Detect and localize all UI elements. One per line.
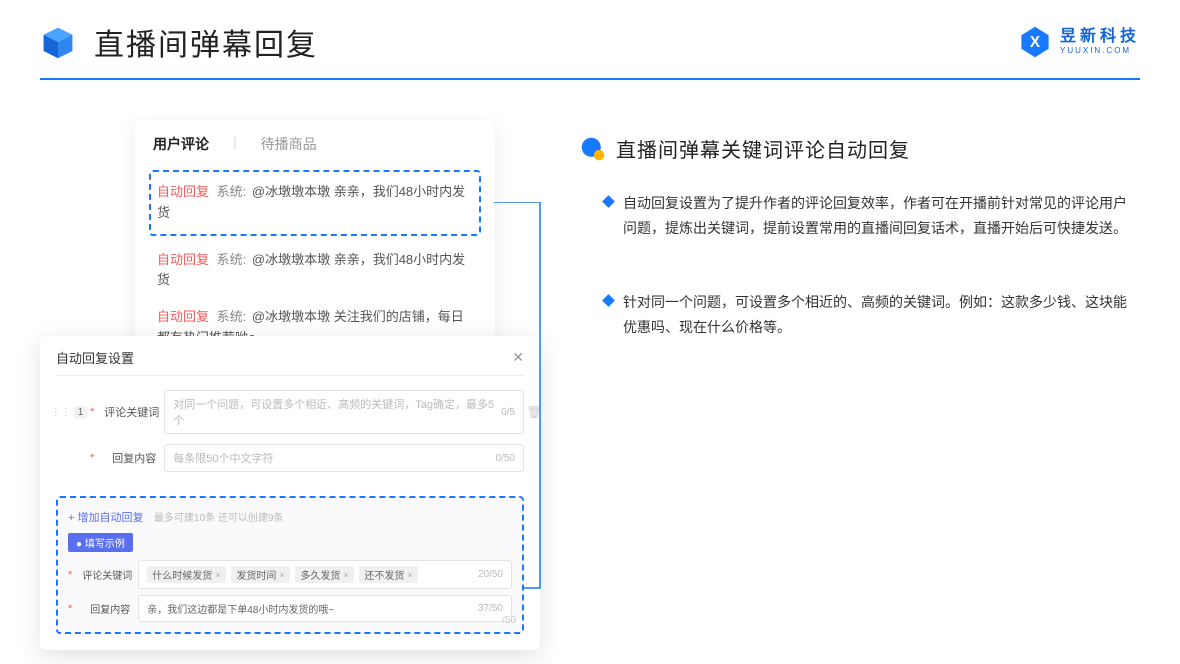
example-reply-counter: 37/50 — [478, 603, 503, 614]
page-header: 直播间弹幕回复 X 昱新科技 YUUXIN.COM — [0, 0, 1180, 74]
drag-handle-icon[interactable]: ⋮⋮ — [51, 407, 71, 418]
cube-icon — [40, 24, 76, 60]
required-star: * — [90, 452, 94, 464]
system-tag: 系统: — [217, 252, 247, 267]
reply-counter: 0/50 — [496, 453, 515, 464]
reply-placeholder: 每条限50个中文字符 — [173, 450, 273, 466]
add-auto-reply-link[interactable]: + 增加自动回复 — [68, 509, 143, 525]
brand-name-cn: 昱新科技 — [1060, 29, 1140, 45]
bullet-text: 针对同一个问题，可设置多个相近的、高频的关键词。例如：这款多少钱、这块能优惠吗、… — [623, 290, 1140, 339]
comment-row-highlighted: 自动回复 系统: @冰墩墩本墩 亲亲，我们48小时内发货 — [149, 170, 481, 236]
tab-separator: | — [233, 134, 237, 160]
example-keyword-input[interactable]: 什么时候发货× 发货时间× 多久发货× 还不发货× 20/50 — [138, 560, 512, 589]
section-heading: 直播间弹幕关键词评论自动回复 — [580, 134, 1140, 163]
close-icon[interactable]: ✕ — [512, 349, 524, 366]
keyword-placeholder: 对同一个问题，可设置多个相近、高频的关键词，Tag确定，最多5个 — [173, 396, 501, 428]
diamond-bullet-icon — [602, 294, 615, 307]
required-star: * — [90, 406, 94, 418]
reply-row: * 回复内容 每条限50个中文字符 0/50 — [56, 444, 524, 472]
example-keyword-counter: 20/50 — [478, 569, 503, 580]
svg-text:X: X — [1030, 34, 1041, 51]
example-keyword-label: 评论关键词 — [82, 567, 130, 582]
system-tag: 系统: — [217, 184, 247, 199]
brand-name-en: YUUXIN.COM — [1060, 47, 1140, 55]
keyword-tag[interactable]: 还不发货× — [359, 566, 417, 583]
comment-row: 自动回复 系统: @冰墩墩本墩 亲亲，我们48小时内发货 — [153, 242, 477, 300]
add-hint: 最多可建10条 还可以创建9条 — [154, 513, 283, 524]
header-left: 直播间弹幕回复 — [40, 20, 318, 64]
tab-user-comments[interactable]: 用户评论 — [153, 134, 209, 160]
keyword-tag[interactable]: 多久发货× — [295, 566, 353, 583]
tab-pending-goods[interactable]: 待播商品 — [261, 134, 317, 160]
system-tag: 系统: — [217, 309, 247, 324]
example-label: ● 填写示例 — [68, 533, 133, 552]
settings-title: 自动回复设置 — [56, 348, 134, 367]
auto-reply-tag: 自动回复 — [157, 309, 209, 324]
trash-icon[interactable]: 🗑 — [527, 405, 542, 419]
keyword-tag[interactable]: 发货时间× — [231, 566, 289, 583]
required-star: * — [68, 603, 72, 615]
comments-tabs: 用户评论 | 待播商品 — [153, 134, 477, 160]
keyword-counter: 0/5 — [501, 407, 515, 418]
bullet-item: 自动回复设置为了提升作者的评论回复效率，作者可在开播前针对常见的评论用户问题，提… — [604, 191, 1140, 240]
page-title: 直播间弹幕回复 — [94, 20, 318, 64]
keyword-tag[interactable]: 什么时候发货× — [147, 566, 225, 583]
description-column: 直播间弹幕关键词评论自动回复 自动回复设置为了提升作者的评论回复效率，作者可在开… — [580, 120, 1140, 447]
keyword-input[interactable]: 对同一个问题，可设置多个相近、高频的关键词，Tag确定，最多5个 0/5 — [164, 390, 524, 434]
required-star: * — [68, 569, 72, 581]
auto-reply-settings-card: 自动回复设置 ✕ ⋮⋮ 1 * 评论关键词 对同一个问题，可设置多个相近、高频的… — [40, 336, 540, 650]
auto-reply-tag: 自动回复 — [157, 252, 209, 267]
auto-reply-tag: 自动回复 — [157, 184, 209, 199]
rule-index: 1 — [74, 406, 88, 419]
keyword-label: 评论关键词 — [104, 404, 156, 420]
example-reply-value: 亲，我们这边都是下单48小时内发货的哦~ — [147, 601, 334, 616]
diamond-bullet-icon — [602, 195, 615, 208]
reply-input[interactable]: 每条限50个中文字符 0/50 — [164, 444, 524, 472]
bullet-item: 针对同一个问题，可设置多个相近的、高频的关键词。例如：这款多少钱、这块能优惠吗、… — [604, 290, 1140, 339]
bullet-text: 自动回复设置为了提升作者的评论回复效率，作者可在开播前针对常见的评论用户问题，提… — [623, 191, 1140, 240]
section-title: 直播间弹幕关键词评论自动回复 — [616, 134, 910, 163]
example-reply-input[interactable]: 亲，我们这边都是下单48小时内发货的哦~ 37/50 — [138, 595, 512, 622]
brand-logo-icon: X — [1018, 25, 1052, 59]
brand: X 昱新科技 YUUXIN.COM — [1018, 25, 1140, 59]
screenshot-column: 用户评论 | 待播商品 自动回复 系统: @冰墩墩本墩 亲亲，我们48小时内发货… — [40, 120, 520, 447]
example-block: + 增加自动回复 最多可建10条 还可以创建9条 ● 填写示例 * 评论关键词 … — [56, 496, 524, 634]
reply-label: 回复内容 — [104, 450, 156, 466]
example-reply-label: 回复内容 — [82, 601, 130, 616]
faded-counter: /50 — [502, 615, 516, 626]
keyword-row: ⋮⋮ 1 * 评论关键词 对同一个问题，可设置多个相近、高频的关键词，Tag确定… — [56, 390, 524, 434]
chat-bubble-icon — [580, 136, 606, 162]
